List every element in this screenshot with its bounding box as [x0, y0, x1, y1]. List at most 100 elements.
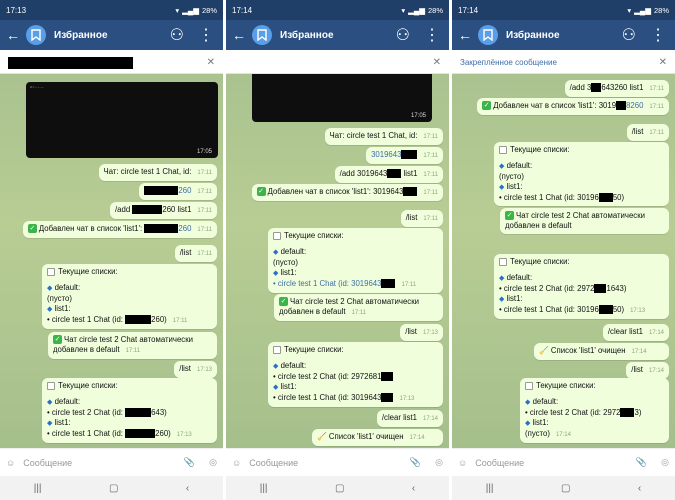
- home-icon[interactable]: ▢: [561, 483, 570, 494]
- more-menu-icon[interactable]: ⋮: [198, 25, 214, 45]
- message-bubble[interactable]: Чат: circle test 1 Chat, id: 17:11: [324, 128, 443, 145]
- diamond-icon: ◆: [273, 270, 279, 277]
- saved-messages-avatar[interactable]: [26, 25, 46, 45]
- home-icon[interactable]: ▢: [109, 483, 118, 494]
- chat-title[interactable]: Избранное: [280, 30, 334, 41]
- emoji-sticker-icon[interactable]: ☺: [232, 458, 241, 468]
- message-bubble[interactable]: ✓ Добавлен чат в список 'list1': 3019643 1…: [251, 184, 443, 201]
- chat-title[interactable]: Избранное: [54, 30, 108, 41]
- notepad-icon: [47, 267, 55, 276]
- close-pinned-icon[interactable]: ✕: [207, 57, 215, 68]
- notepad-icon: [499, 257, 507, 266]
- message-bubble[interactable]: 3019643 17:11: [366, 147, 443, 164]
- nav-back-icon[interactable]: ‹: [638, 483, 641, 494]
- emoji-sticker-icon[interactable]: ☺: [458, 458, 467, 468]
- status-bar: 17:13 ▾ ▂▄▆ 28%: [0, 0, 223, 20]
- check-mark-icon: ✓: [279, 297, 288, 307]
- recent-apps-icon[interactable]: |||: [260, 483, 268, 494]
- close-pinned-icon[interactable]: ✕: [433, 57, 441, 68]
- message-bubble[interactable]: ✓ Чат circle test 2 Chat автоматически до…: [500, 208, 669, 234]
- battery-level: 28%: [653, 5, 669, 15]
- status-bar: 17:14 ▾ ▂▄▆ 28%: [452, 0, 675, 20]
- message-bubble[interactable]: 🧹 Список 'list1' очищен 17:14: [534, 343, 669, 360]
- attach-icon[interactable]: 📎: [410, 457, 421, 468]
- back-arrow-icon[interactable]: ←: [0, 27, 26, 43]
- back-arrow-icon[interactable]: ←: [452, 27, 478, 43]
- add-member-icon[interactable]: ⚇: [170, 25, 184, 45]
- message-bubble[interactable]: Текущие списки: ◆ default: (пусто) ◆ lis…: [494, 142, 669, 206]
- pinned-message-bar[interactable]: Закреплённое сообщение ✕: [452, 52, 675, 74]
- notepad-icon: [273, 231, 281, 240]
- message-list[interactable]: /add 3 643260 list1 17:11 ✓ Добавлен чат в …: [452, 74, 675, 448]
- saved-messages-avatar[interactable]: [478, 25, 498, 45]
- message-bubble[interactable]: /list 17:11: [400, 210, 443, 227]
- chat-title[interactable]: Избранное: [506, 30, 560, 41]
- saved-messages-avatar[interactable]: [252, 25, 272, 45]
- attach-icon[interactable]: 📎: [636, 457, 647, 468]
- emoji-sticker-icon[interactable]: ☺: [6, 458, 15, 468]
- message-bubble[interactable]: ✓ Добавлен чат в список 'list1': 260 17:11: [22, 221, 217, 238]
- pinned-message-bar[interactable]: ✕: [0, 52, 223, 74]
- message-bubble[interactable]: /list 17:13: [174, 361, 217, 378]
- message-bubble[interactable]: ✓ Чат circle test 2 Chat автоматически до…: [48, 332, 217, 359]
- camera-icon[interactable]: ◎: [209, 457, 217, 468]
- message-bubble[interactable]: Текущие списки: ◆ default: • circle test…: [268, 342, 443, 407]
- message-bubble[interactable]: Чат: circle test 1 Chat, id: 17:11: [98, 164, 217, 181]
- message-bubble[interactable]: /list 17:11: [174, 245, 217, 262]
- message-bubble[interactable]: /add 260 list1 17:11: [110, 202, 217, 219]
- message-list[interactable]: 17:05 Чат: circle test 1 Chat, id: 17:11 …: [226, 74, 449, 448]
- wifi-icon: ▾: [401, 5, 406, 15]
- pinned-message-label: Закреплённое сообщение: [460, 58, 557, 67]
- message-input[interactable]: Сообщение: [475, 458, 524, 468]
- message-input[interactable]: Сообщение: [249, 458, 298, 468]
- pinned-message-bar[interactable]: ✕: [226, 52, 449, 74]
- message-bubble[interactable]: 🧹 Список 'list1' очищен 17:14: [312, 429, 443, 446]
- message-bubble[interactable]: /add 3 643260 list1 17:11: [564, 80, 669, 97]
- status-time: 17:14: [458, 5, 479, 15]
- camera-icon[interactable]: ◎: [435, 457, 443, 468]
- back-arrow-icon[interactable]: ←: [226, 27, 252, 43]
- recent-apps-icon[interactable]: |||: [486, 483, 494, 494]
- message-bubble[interactable]: /list 17:13: [400, 324, 443, 341]
- nav-back-icon[interactable]: ‹: [186, 483, 189, 494]
- wifi-icon: ▾: [627, 5, 632, 15]
- notepad-icon: [525, 381, 533, 390]
- message-bubble[interactable]: /add 3019643 list1 17:11: [334, 166, 443, 183]
- android-nav-bar: ||| ▢ ‹: [452, 476, 675, 500]
- phone-screenshot-2: 17:14 ▾ ▂▄▆ 28% ← Избранное ⚇ ⋮ ✕ 17:05 Чат…: [226, 0, 449, 500]
- add-member-icon[interactable]: ⚇: [396, 25, 410, 45]
- screenshot-image-message[interactable]: C:\ -- -- --- 17:05: [26, 82, 218, 158]
- message-bubble[interactable]: /list 17:11: [626, 124, 669, 141]
- camera-icon[interactable]: ◎: [661, 457, 669, 468]
- message-bubble[interactable]: /clear list1 17:14: [376, 410, 443, 427]
- bookmark-icon: [31, 29, 41, 41]
- message-list[interactable]: C:\ -- -- --- 17:05 Чат: circle test 1 C…: [0, 74, 223, 448]
- attach-icon[interactable]: 📎: [184, 457, 195, 468]
- message-input[interactable]: Сообщение: [23, 458, 72, 468]
- bookmark-icon: [483, 29, 493, 41]
- diamond-icon: ◆: [499, 184, 505, 191]
- more-menu-icon[interactable]: ⋮: [424, 25, 440, 45]
- message-bubble[interactable]: ✓ Добавлен чат в список 'list1': 3019 8260…: [477, 98, 669, 115]
- message-bubble[interactable]: Текущие списки: ◆ default: • circle test…: [494, 254, 669, 319]
- status-time: 17:13: [6, 5, 27, 15]
- check-mark-icon: ✓: [505, 211, 514, 221]
- screenshot-image-message[interactable]: 17:05: [252, 74, 432, 122]
- message-bubble[interactable]: Текущие списки: ◆ default: • circle test…: [520, 378, 669, 443]
- message-bubble[interactable]: Текущие списки: ◆ default: (пусто) ◆ lis…: [268, 228, 443, 293]
- add-member-icon[interactable]: ⚇: [622, 25, 636, 45]
- home-icon[interactable]: ▢: [335, 483, 344, 494]
- message-bubble[interactable]: Текущие списки: ◆ default: • circle test…: [42, 378, 217, 443]
- close-pinned-icon[interactable]: ✕: [659, 57, 667, 68]
- message-bubble[interactable]: 260 17:11: [139, 183, 217, 200]
- message-bubble[interactable]: /list 17:14: [626, 362, 669, 379]
- nav-back-icon[interactable]: ‹: [412, 483, 415, 494]
- message-bubble[interactable]: /clear list1 17:14: [602, 324, 669, 341]
- broom-icon: 🧹: [539, 346, 549, 355]
- status-time: 17:14: [232, 5, 253, 15]
- message-bubble[interactable]: Текущие списки: ◆ default: (пусто) ◆ lis…: [42, 264, 217, 329]
- message-bubble[interactable]: ✓ Чат circle test 2 Chat автоматически до…: [274, 294, 443, 321]
- recent-apps-icon[interactable]: |||: [34, 483, 42, 494]
- more-menu-icon[interactable]: ⋮: [650, 25, 666, 45]
- chat-header: ← Избранное ⚇ ⋮: [226, 20, 449, 50]
